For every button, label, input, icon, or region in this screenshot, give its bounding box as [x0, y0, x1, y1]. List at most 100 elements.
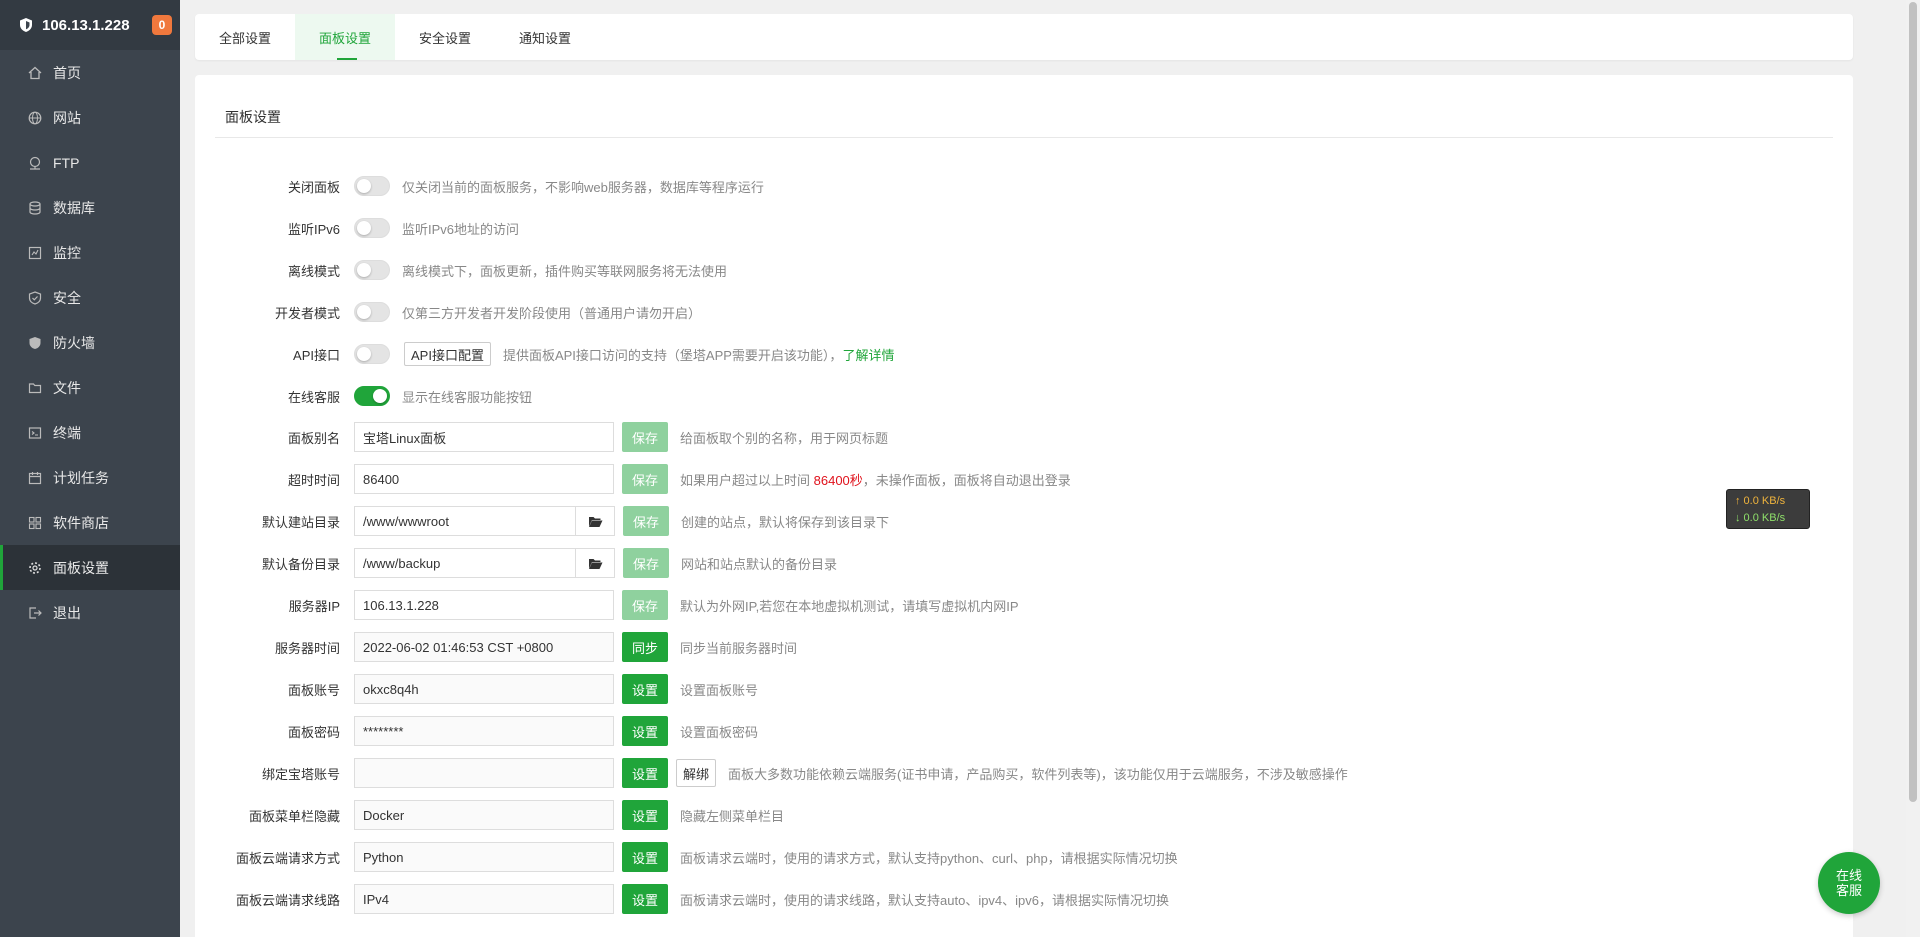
request-method-input[interactable]: Python: [354, 842, 614, 872]
set-button[interactable]: 设置: [622, 800, 669, 830]
sidebar-item-monitor[interactable]: 监控: [0, 230, 180, 275]
sidebar-item-cron[interactable]: 计划任务: [0, 455, 180, 500]
sidebar-item-firewall[interactable]: 防火墙: [0, 320, 180, 365]
sidebar-item-label: 安全: [53, 289, 81, 306]
sidebar-item-database[interactable]: 数据库: [0, 185, 180, 230]
online-service-button[interactable]: 在线 客服: [1818, 852, 1880, 914]
folder-open-icon[interactable]: [576, 548, 615, 578]
sidebar-item-terminal[interactable]: 终端: [0, 410, 180, 455]
setting-label: API接口: [293, 347, 340, 363]
save-button[interactable]: 保存: [623, 506, 670, 536]
timeout-hint-pre: 如果用户超过以上时间: [680, 472, 814, 488]
sidebar-item-label: 首页: [53, 64, 81, 81]
server-ip-input[interactable]: 106.13.1.228: [354, 590, 614, 620]
request-line-input[interactable]: IPv4: [354, 884, 614, 914]
panel-account-input[interactable]: okxc8q4h: [354, 674, 614, 704]
setting-row-api: API接口 API接口配置 提供面板API接口访问的支持（堡塔APP需要开启该功…: [195, 339, 894, 369]
menu-hide-input[interactable]: Docker: [354, 800, 614, 830]
setting-label: 面板云端请求线路: [235, 892, 340, 908]
setting-hint: 设置面板账号: [680, 682, 759, 698]
setting-label: 关闭面板: [287, 179, 340, 195]
sidebar-item-home[interactable]: 首页: [0, 50, 180, 95]
online-service-toggle[interactable]: [354, 386, 390, 406]
panel-alias-input[interactable]: 宝塔Linux面板: [354, 422, 614, 452]
setting-label: 面板云端请求方式: [235, 850, 340, 866]
ipv6-toggle[interactable]: [354, 218, 390, 238]
setting-row-panel-password: 面板密码 ******** 设置 设置面板密码: [195, 716, 758, 746]
server-time-input[interactable]: 2022-06-02 01:46:53 CST +0800: [354, 632, 614, 662]
sidebar-item-panel-settings[interactable]: 面板设置: [0, 545, 180, 590]
scrollbar-thumb[interactable]: [1909, 2, 1917, 802]
setting-hint: 同步当前服务器时间: [680, 640, 798, 656]
tab-panel-settings[interactable]: 面板设置: [295, 14, 396, 60]
setting-label: 面板别名: [287, 430, 340, 446]
site-dir-input[interactable]: /www/wwwroot: [354, 506, 576, 536]
ftp-icon: [27, 155, 43, 171]
sidebar-header: 106.13.1.228 0: [0, 0, 180, 50]
setting-label: 服务器时间: [274, 640, 340, 656]
setting-label: 面板菜单栏隐藏: [248, 808, 340, 824]
sidebar: 106.13.1.228 0 首页 网站 FTP 数据库 监控 安全 防火墙 文…: [0, 0, 180, 937]
set-button[interactable]: 设置: [622, 842, 669, 872]
developer-mode-toggle[interactable]: [354, 302, 390, 322]
set-button[interactable]: 设置: [622, 716, 669, 746]
setting-row-request-method: 面板云端请求方式 Python 设置 面板请求云端时，使用的请求方式，默认支持p…: [195, 842, 1178, 872]
api-toggle[interactable]: [354, 344, 390, 364]
sidebar-item-label: 网站: [53, 109, 81, 126]
download-speed: ↓ 0.0 KB/s: [1735, 512, 1786, 524]
setting-row-request-line: 面板云端请求线路 IPv4 设置 面板请求云端时，使用的请求线路，默认支持aut…: [195, 884, 1169, 914]
notification-badge[interactable]: 0: [152, 15, 172, 35]
sidebar-item-security[interactable]: 安全: [0, 275, 180, 320]
sync-button[interactable]: 同步: [622, 632, 669, 662]
offline-mode-toggle[interactable]: [354, 260, 390, 280]
setting-row-developer: 开发者模式 仅第三方开发者开发阶段使用（普通用户请勿开启）: [195, 297, 701, 327]
setting-row-panel-alias: 面板别名 宝塔Linux面板 保存 给面板取个别的名称，用于网页标题: [195, 422, 888, 452]
sidebar-item-label: 监控: [53, 244, 81, 261]
tab-notification-settings[interactable]: 通知设置: [495, 14, 595, 60]
timeout-input[interactable]: 86400: [354, 464, 614, 494]
set-button[interactable]: 设置: [622, 884, 669, 914]
setting-row-server-time: 服务器时间 2022-06-02 01:46:53 CST +0800 同步 同…: [195, 632, 797, 662]
shield-icon: [20, 18, 32, 32]
backup-dir-group: /www/backup: [354, 548, 615, 578]
security-icon: [27, 290, 43, 306]
upload-speed: ↑ 0.0 KB/s: [1735, 495, 1786, 507]
save-button[interactable]: 保存: [622, 422, 669, 452]
tab-all-settings[interactable]: 全部设置: [195, 14, 295, 60]
terminal-icon: [27, 425, 43, 441]
save-button[interactable]: 保存: [622, 464, 669, 494]
sidebar-item-files[interactable]: 文件: [0, 365, 180, 410]
set-button[interactable]: 设置: [622, 674, 669, 704]
sidebar-item-website[interactable]: 网站: [0, 95, 180, 140]
setting-label: 离线模式: [287, 263, 340, 279]
sidebar-item-logout[interactable]: 退出: [0, 590, 180, 635]
apps-icon: [27, 515, 43, 531]
page-scrollbar[interactable]: [1906, 0, 1920, 937]
folder-icon: [27, 380, 43, 396]
setting-row-offline: 离线模式 离线模式下，面板更新，插件购买等联网服务将无法使用: [195, 255, 727, 285]
save-button[interactable]: 保存: [622, 590, 669, 620]
setting-row-timeout: 超时时间 86400 保存 如果用户超过以上时间 86400秒，未操作面板，面板…: [195, 464, 1071, 494]
set-button[interactable]: 设置: [622, 758, 669, 788]
setting-label: 面板账号: [287, 682, 340, 698]
unbind-button[interactable]: 解绑: [676, 759, 717, 787]
firewall-icon: [27, 335, 43, 351]
save-button[interactable]: 保存: [623, 548, 670, 578]
bind-account-input[interactable]: [354, 758, 614, 788]
folder-open-icon[interactable]: [576, 506, 615, 536]
server-ip: 106.13.1.228: [42, 16, 130, 34]
close-panel-toggle[interactable]: [354, 176, 390, 196]
setting-label: 超时时间: [287, 472, 340, 488]
tab-security-settings[interactable]: 安全设置: [395, 14, 495, 60]
sidebar-item-store[interactable]: 软件商店: [0, 500, 180, 545]
backup-dir-input[interactable]: /www/backup: [354, 548, 576, 578]
sidebar-item-ftp[interactable]: FTP: [0, 140, 180, 185]
api-config-button[interactable]: API接口配置: [404, 342, 491, 366]
setting-hint: 面板请求云端时，使用的请求方式，默认支持python、curl、php，请根据实…: [680, 850, 1178, 866]
setting-hint: 显示在线客服功能按钮: [402, 389, 533, 405]
panel-password-input[interactable]: ********: [354, 716, 614, 746]
sidebar-item-label: 退出: [53, 604, 81, 621]
setting-hint: 面板大多数功能依赖云端服务(证书申请，产品购买，软件列表等)，该功能仅用于云端服…: [728, 766, 1348, 782]
api-hint-text: 提供面板API接口访问的支持（堡塔APP需要开启该功能），: [502, 347, 843, 363]
learn-more-link[interactable]: 了解详情: [842, 348, 894, 363]
